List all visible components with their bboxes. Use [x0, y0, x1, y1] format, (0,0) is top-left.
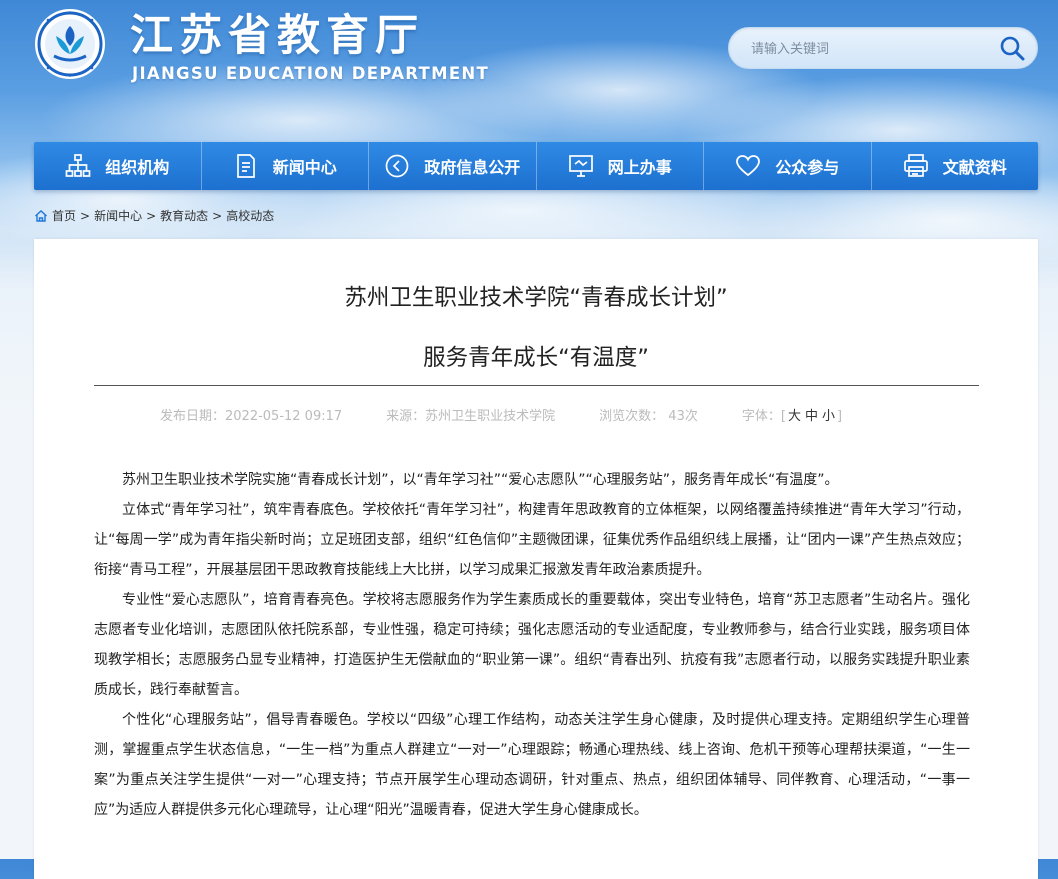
site-title: 江苏省教育厅 — [130, 11, 424, 61]
document-icon — [236, 154, 255, 178]
font-size-label: 字体： — [741, 409, 781, 424]
article-title-line2: 服务青年成长“有温度” — [423, 345, 649, 371]
monitor-icon — [568, 155, 593, 177]
article-paragraph: 苏州卫生职业技术学院实施“青春成长计划”，以“青年学习社”“爱心志愿队”“心理服… — [122, 472, 839, 488]
disclosure-icon — [385, 154, 409, 178]
article-meta: 发布日期：2022-05-12 09:17 来源：苏州卫生职业技术学院 浏览次数… — [160, 405, 842, 424]
font-size-control: 字体：[大中小] — [741, 409, 843, 424]
article-title-line1: 苏州卫生职业技术学院“青春成长计划” — [344, 285, 728, 311]
org-chart-icon — [65, 154, 91, 177]
font-small-button[interactable]: 小 — [822, 409, 835, 424]
breadcrumb-news[interactable]: 新闻中心 — [94, 207, 142, 224]
nav-label: 网上办事 — [607, 158, 672, 177]
breadcrumb-separator: > — [80, 208, 91, 223]
heart-icon — [736, 155, 761, 177]
nav-label: 组织机构 — [105, 158, 170, 177]
publish-date: 发布日期：2022-05-12 09:17 — [160, 409, 343, 424]
article-panel: 苏州卫生职业技术学院“青春成长计划” 服务青年成长“有温度” 发布日期：2022… — [34, 239, 1038, 879]
nav-item-news[interactable]: 新闻中心 — [202, 142, 369, 190]
breadcrumb-home[interactable]: 首页 — [52, 207, 76, 224]
article-paragraph: 专业性“爱心志愿队”，培育青春亮色。学校将志愿服务作为学生素质成长的重要载体，突… — [94, 592, 970, 698]
font-large-button[interactable]: 大 — [788, 409, 801, 424]
nav-label: 新闻中心 — [272, 158, 337, 177]
nav-label: 文献资料 — [942, 158, 1007, 177]
nav-item-literature[interactable]: 文献资料 — [872, 142, 1039, 190]
font-medium-button[interactable]: 中 — [805, 409, 818, 424]
breadcrumb: 首页 > 新闻中心 > 教育动态 > 高校动态 — [34, 207, 274, 224]
article-paragraph: 立体式“青年学习社”，筑牢青春底色。学校依托“青年学习社”，构建青年思政教育的立… — [94, 502, 970, 578]
main-nav: 组织机构 新闻中心 政府信息公开 网上办事 公众参与 文献资料 — [34, 142, 1038, 190]
nav-item-organization[interactable]: 组织机构 — [34, 142, 202, 190]
nav-label: 公众参与 — [775, 158, 840, 177]
site-subtitle: JIANGSU EDUCATION DEPARTMENT — [132, 64, 490, 83]
breadcrumb-separator: > — [212, 208, 223, 223]
article-body: 苏州卫生职业技术学院实施“青春成长计划”，以“青年学习社”“爱心志愿队”“心理服… — [94, 465, 970, 825]
search-box — [728, 27, 1038, 69]
article-paragraph: 个性化“心理服务站”，倡导青春暖色。学校以“四级”心理工作结构，动态关注学生身心… — [94, 712, 970, 818]
view-count: 浏览次数： 43次 — [599, 409, 698, 424]
title-divider — [94, 385, 979, 386]
search-input[interactable] — [749, 36, 983, 62]
jiangsu-education-logo[interactable] — [34, 8, 106, 80]
breadcrumb-university-news[interactable]: 高校动态 — [226, 207, 274, 224]
printer-icon — [903, 154, 928, 177]
article-source: 来源：苏州卫生职业技术学院 — [386, 409, 556, 424]
nav-item-online-service[interactable]: 网上办事 — [537, 142, 704, 190]
nav-label: 政府信息公开 — [424, 158, 521, 177]
nav-item-disclosure[interactable]: 政府信息公开 — [369, 142, 537, 190]
search-icon[interactable] — [997, 33, 1027, 63]
breadcrumb-separator: > — [146, 208, 157, 223]
breadcrumb-education-news[interactable]: 教育动态 — [160, 207, 208, 224]
home-icon — [35, 209, 47, 222]
nav-item-public-participation[interactable]: 公众参与 — [704, 142, 872, 190]
